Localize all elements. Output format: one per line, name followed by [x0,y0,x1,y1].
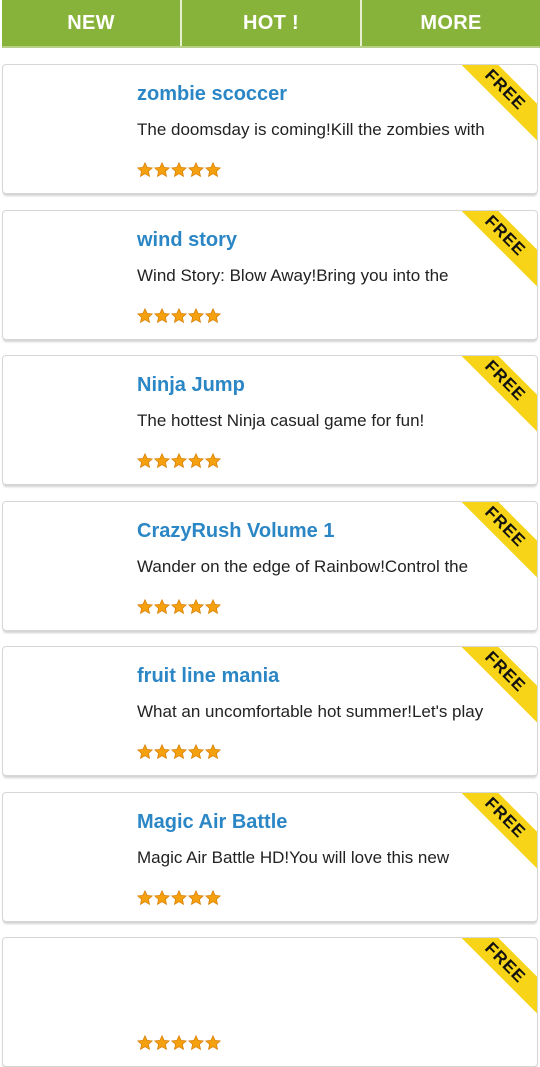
app-icon [13,513,123,619]
app-icon [13,659,123,764]
app-description: The hottest Ninja casual game for fun! [137,411,425,430]
star-icon [205,744,221,760]
star-icon [171,744,187,760]
app-card[interactable]: fruit line mania What an uncomfortable ho… [2,646,538,776]
app-description: What an uncomfortable hot summer!Let's p… [137,702,484,721]
star-icon [137,598,153,614]
app-card[interactable]: Ninja Jump The hottest Ninja casual game … [2,355,538,485]
star-icon [205,162,221,178]
star-icon [137,1035,153,1051]
star-icon [171,889,187,905]
star-icon [154,598,170,614]
star-icon [171,453,187,469]
star-icon [205,889,221,905]
star-icon [205,307,221,323]
star-rating [137,744,221,760]
star-icon [188,453,204,469]
star-icon [188,598,204,614]
star-rating [137,307,221,324]
star-icon [137,453,153,469]
star-icon [188,889,204,905]
star-rating [137,889,221,906]
app-title: Ninja Jump [137,374,245,396]
tab-bar-divider [2,46,540,48]
star-rating [137,1035,221,1051]
star-icon [205,598,221,614]
app-card[interactable]: CrazyRush Volume 1 Wander on the edge of … [2,500,538,631]
app-title: fruit line mania [137,665,280,687]
app-description: Wind Story: Blow Away!Bring you into the [137,265,449,285]
star-icon [188,162,204,178]
star-icon [188,307,204,323]
star-icon [171,1035,187,1051]
star-icon [154,744,170,760]
tab-more[interactable]: MORE [360,0,540,46]
app-title: CrazyRush Volume 1 [137,519,335,542]
star-icon [137,744,153,760]
star-icon [137,162,153,178]
star-icon [154,889,170,905]
app-card[interactable]: Magic Air Battle Magic Air Battle HD!You … [2,791,538,922]
star-icon [154,162,170,178]
app-title: wind story [137,228,238,251]
app-description: Magic Air Battle HD!You will love this n… [137,847,450,867]
app-description: The doomsday is coming!Kill the zombies … [137,120,485,139]
app-card[interactable]: FREE [2,937,538,1067]
star-icon [171,598,187,614]
star-icon [205,453,221,469]
star-icon [205,1035,221,1051]
app-title: zombie scoccer [137,83,288,105]
app-icon [13,77,123,182]
app-card[interactable]: zombie scoccer The doomsday is coming!Kil… [2,64,538,194]
free-badge: FREE [453,938,537,1015]
star-rating [137,598,221,615]
star-icon [188,1035,204,1051]
star-rating [137,162,221,178]
tab-new[interactable]: NEW [2,0,180,46]
star-rating [137,453,221,469]
star-icon [154,307,170,323]
star-icon [137,307,153,323]
app-title: Magic Air Battle [137,810,288,833]
app-icon [13,368,123,473]
star-icon [171,162,187,178]
app-description: Wander on the edge of Rainbow!Control th… [137,556,469,576]
star-icon [171,307,187,323]
star-icon [188,744,204,760]
tab-bar: NEW HOT ! MORE [2,0,540,46]
app-card[interactable]: wind story Wind Story: Blow Away!Bring yo… [2,209,538,340]
star-icon [137,889,153,905]
app-icon [13,222,123,328]
app-icon [13,950,123,1055]
star-icon [154,453,170,469]
star-icon [154,1035,170,1051]
app-icon [13,804,123,910]
tab-hot[interactable]: HOT ! [180,0,360,46]
